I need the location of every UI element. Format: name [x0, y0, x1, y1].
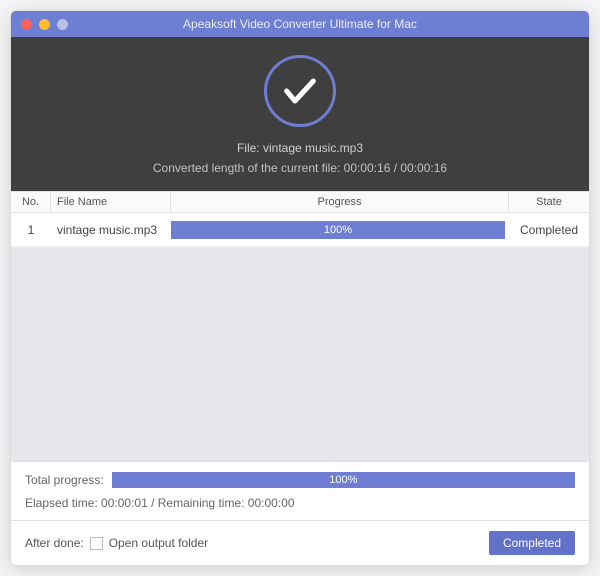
header-state: State [509, 192, 589, 212]
file-table: No. File Name Progress State 1 vintage m… [11, 191, 589, 247]
open-output-folder-checkbox[interactable] [90, 537, 103, 550]
window-title: Apeaksoft Video Converter Ultimate for M… [11, 17, 589, 31]
close-icon[interactable] [21, 19, 32, 30]
minimize-icon[interactable] [39, 19, 50, 30]
after-done-label: After done: [25, 536, 84, 550]
total-progress-row: Total progress: 100% [25, 472, 575, 488]
status-panel: File: vintage music.mp3 Converted length… [11, 37, 589, 191]
row-progress-bar: 100% [171, 221, 505, 239]
app-window: Apeaksoft Video Converter Ultimate for M… [10, 10, 590, 566]
window-controls [21, 19, 68, 30]
row-filename: vintage music.mp3 [51, 213, 171, 246]
total-progress-bar: 100% [112, 472, 575, 488]
time-info: Elapsed time: 00:00:01 / Remaining time:… [25, 496, 575, 510]
completed-button[interactable]: Completed [489, 531, 575, 555]
table-empty-area [11, 247, 589, 461]
header-filename: File Name [51, 192, 171, 212]
open-output-folder-label: Open output folder [109, 536, 208, 550]
title-bar: Apeaksoft Video Converter Ultimate for M… [11, 11, 589, 37]
current-file-label: File: vintage music.mp3 [11, 141, 589, 155]
converted-length-label: Converted length of the current file: 00… [11, 161, 589, 175]
success-check-icon [264, 55, 336, 127]
row-progress-cell: 100% [171, 213, 509, 246]
header-no: No. [11, 192, 51, 212]
summary-panel: Total progress: 100% Elapsed time: 00:00… [11, 461, 589, 520]
header-progress: Progress [171, 192, 509, 212]
row-no: 1 [11, 213, 51, 246]
total-progress-label: Total progress: [25, 473, 104, 487]
after-done-row: After done: Open output folder Completed [11, 520, 589, 565]
table-header: No. File Name Progress State [11, 191, 589, 213]
zoom-icon[interactable] [57, 19, 68, 30]
row-state: Completed [509, 213, 589, 246]
table-row[interactable]: 1 vintage music.mp3 100% Completed [11, 213, 589, 247]
